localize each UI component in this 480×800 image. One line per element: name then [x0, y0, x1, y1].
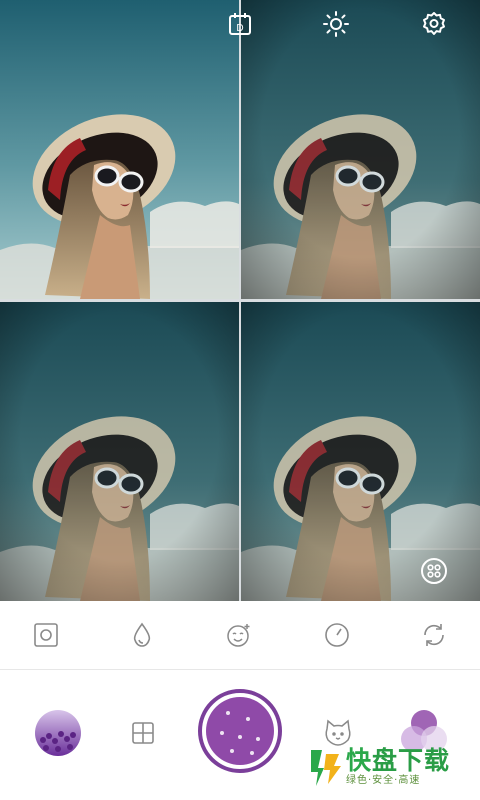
watermark-title-part2: 盘下载	[372, 746, 451, 775]
watermark-subtitle: 绿色·安全·高速	[346, 775, 421, 786]
photo-pane-3[interactable]	[0, 302, 239, 601]
watermark-logo-icon	[311, 750, 341, 786]
shutter-button[interactable]	[198, 689, 282, 773]
photo-grid: D	[0, 0, 480, 601]
timer-icon[interactable]	[323, 621, 351, 649]
calendar-icon[interactable]: D	[226, 10, 254, 38]
frame-icon[interactable]	[32, 621, 60, 649]
site-watermark: 快盘下载 绿色·安全·高速	[308, 742, 450, 792]
tool-row	[0, 601, 480, 670]
brightness-icon[interactable]	[322, 10, 350, 38]
blur-drop-icon[interactable]	[128, 621, 156, 649]
photo-pane-1[interactable]	[0, 0, 239, 299]
calendar-day-label: D	[236, 23, 243, 34]
gallery-thumbnail[interactable]	[35, 710, 81, 756]
watermark-title: 快盘下载	[346, 747, 450, 774]
photo-pane-4[interactable]	[241, 302, 480, 601]
settings-icon[interactable]	[420, 10, 448, 38]
collage-grid-icon[interactable]	[131, 721, 155, 745]
beauty-face-icon[interactable]	[225, 621, 253, 649]
photo-pane-2[interactable]	[241, 0, 480, 299]
watermark-title-part1: 快	[346, 746, 373, 775]
switch-camera-icon[interactable]	[420, 621, 448, 649]
grid-layout-icon[interactable]	[421, 558, 447, 584]
shutter-fill	[206, 697, 274, 765]
